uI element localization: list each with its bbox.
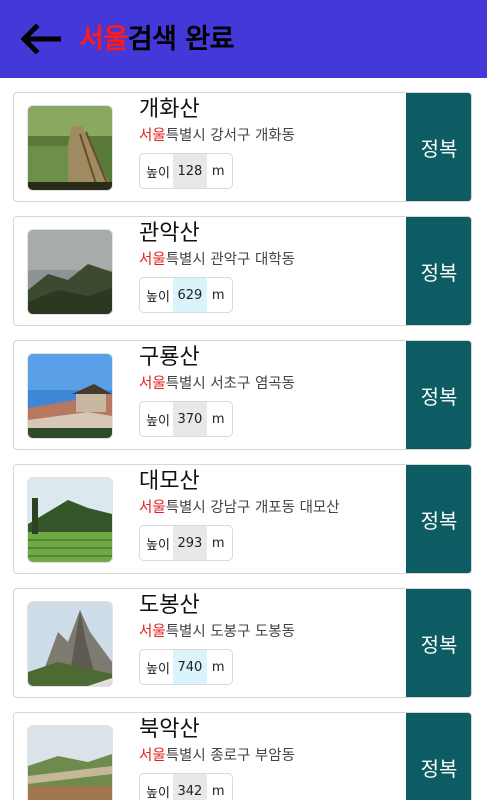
height-info: 높이 370 m bbox=[139, 401, 233, 437]
mountain-card[interactable]: 관악산 서울특별시 관악구 대학동 높이 629 m 정복 bbox=[13, 216, 472, 326]
mountain-photo bbox=[28, 602, 112, 686]
address-city: 서울 bbox=[139, 376, 166, 392]
height-unit: m bbox=[211, 535, 225, 551]
height-info: 높이 342 m bbox=[139, 773, 233, 800]
height-label: 높이 bbox=[146, 413, 170, 429]
address-detail: 특별시 서초구 염곡동 bbox=[165, 376, 295, 392]
address-city: 서울 bbox=[139, 500, 166, 516]
title-text: 검색 완료 bbox=[127, 23, 235, 55]
mountain-name: 관악산 bbox=[139, 221, 200, 246]
mountain-card[interactable]: 개화산 서울특별시 강서구 개화동 높이 128 m 정복 bbox=[13, 92, 472, 202]
mountain-photo bbox=[28, 726, 112, 800]
mountain-photo bbox=[28, 106, 112, 190]
back-button[interactable] bbox=[19, 17, 63, 61]
title-region: 서울 bbox=[79, 23, 128, 55]
mountain-photo bbox=[28, 478, 112, 562]
address-detail: 특별시 관악구 대학동 bbox=[165, 252, 295, 268]
height-value: 342 bbox=[172, 774, 207, 800]
page-title: 서울검색 완료 bbox=[79, 26, 234, 53]
mountain-photo bbox=[28, 230, 112, 314]
mountain-name: 대모산 bbox=[139, 469, 200, 494]
conquer-button[interactable]: 정복 bbox=[406, 465, 471, 573]
conquer-button[interactable]: 정복 bbox=[406, 341, 471, 449]
conquer-button[interactable]: 정복 bbox=[406, 93, 471, 201]
conquer-button[interactable]: 정복 bbox=[406, 589, 471, 697]
mountain-name: 구룡산 bbox=[139, 345, 200, 370]
address-detail: 특별시 강남구 개포동 대모산 bbox=[165, 500, 340, 516]
mountain-address: 서울특별시 강서구 개화동 bbox=[139, 126, 295, 146]
address-detail: 특별시 강서구 개화동 bbox=[165, 128, 295, 144]
height-label: 높이 bbox=[146, 537, 170, 553]
height-info: 높이 740 m bbox=[139, 649, 233, 685]
mountain-photo bbox=[28, 354, 112, 438]
mountain-name: 도봉산 bbox=[139, 593, 200, 618]
address-city: 서울 bbox=[139, 624, 166, 640]
height-info: 높이 128 m bbox=[139, 153, 233, 189]
height-value: 370 bbox=[172, 402, 207, 436]
conquer-button[interactable]: 정복 bbox=[406, 217, 471, 325]
address-city: 서울 bbox=[139, 252, 166, 268]
mountain-name: 개화산 bbox=[139, 97, 200, 122]
height-unit: m bbox=[211, 411, 225, 427]
mountain-address: 서울특별시 종로구 부암동 bbox=[139, 746, 295, 766]
mountain-card[interactable]: 대모산 서울특별시 강남구 개포동 대모산 높이 293 m 정복 bbox=[13, 464, 472, 574]
height-label: 높이 bbox=[146, 165, 170, 181]
height-label: 높이 bbox=[146, 785, 170, 800]
mountain-card[interactable]: 구룡산 서울특별시 서초구 염곡동 높이 370 m 정복 bbox=[13, 340, 472, 450]
height-info: 높이 293 m bbox=[139, 525, 233, 561]
mountain-list[interactable]: 개화산 서울특별시 강서구 개화동 높이 128 m 정복 관악산 서울특별시 … bbox=[0, 78, 487, 800]
height-unit: m bbox=[211, 659, 225, 675]
height-value: 740 bbox=[172, 650, 207, 684]
mountain-name: 북악산 bbox=[139, 717, 200, 742]
height-unit: m bbox=[211, 287, 225, 303]
address-city: 서울 bbox=[139, 128, 166, 144]
mountain-card[interactable]: 도봉산 서울특별시 도봉구 도봉동 높이 740 m 정복 bbox=[13, 588, 472, 698]
address-detail: 특별시 도봉구 도봉동 bbox=[165, 624, 295, 640]
height-info: 높이 629 m bbox=[139, 277, 233, 313]
height-value: 629 bbox=[172, 278, 207, 312]
height-label: 높이 bbox=[146, 661, 170, 677]
mountain-address: 서울특별시 관악구 대학동 bbox=[139, 250, 295, 270]
mountain-card[interactable]: 북악산 서울특별시 종로구 부암동 높이 342 m 정복 bbox=[13, 712, 472, 800]
mountain-address: 서울특별시 도봉구 도봉동 bbox=[139, 622, 295, 642]
arrow-left-icon bbox=[20, 24, 61, 54]
mountain-address: 서울특별시 강남구 개포동 대모산 bbox=[139, 498, 340, 518]
conquer-button[interactable]: 정복 bbox=[406, 713, 471, 800]
mountain-address: 서울특별시 서초구 염곡동 bbox=[139, 374, 295, 394]
address-detail: 특별시 종로구 부암동 bbox=[165, 748, 295, 764]
height-label: 높이 bbox=[146, 289, 170, 305]
app-bar: 서울검색 완료 bbox=[0, 0, 487, 78]
height-value: 128 bbox=[172, 154, 207, 188]
address-city: 서울 bbox=[139, 748, 166, 764]
height-unit: m bbox=[211, 783, 225, 799]
height-unit: m bbox=[211, 163, 225, 179]
height-value: 293 bbox=[172, 526, 207, 560]
